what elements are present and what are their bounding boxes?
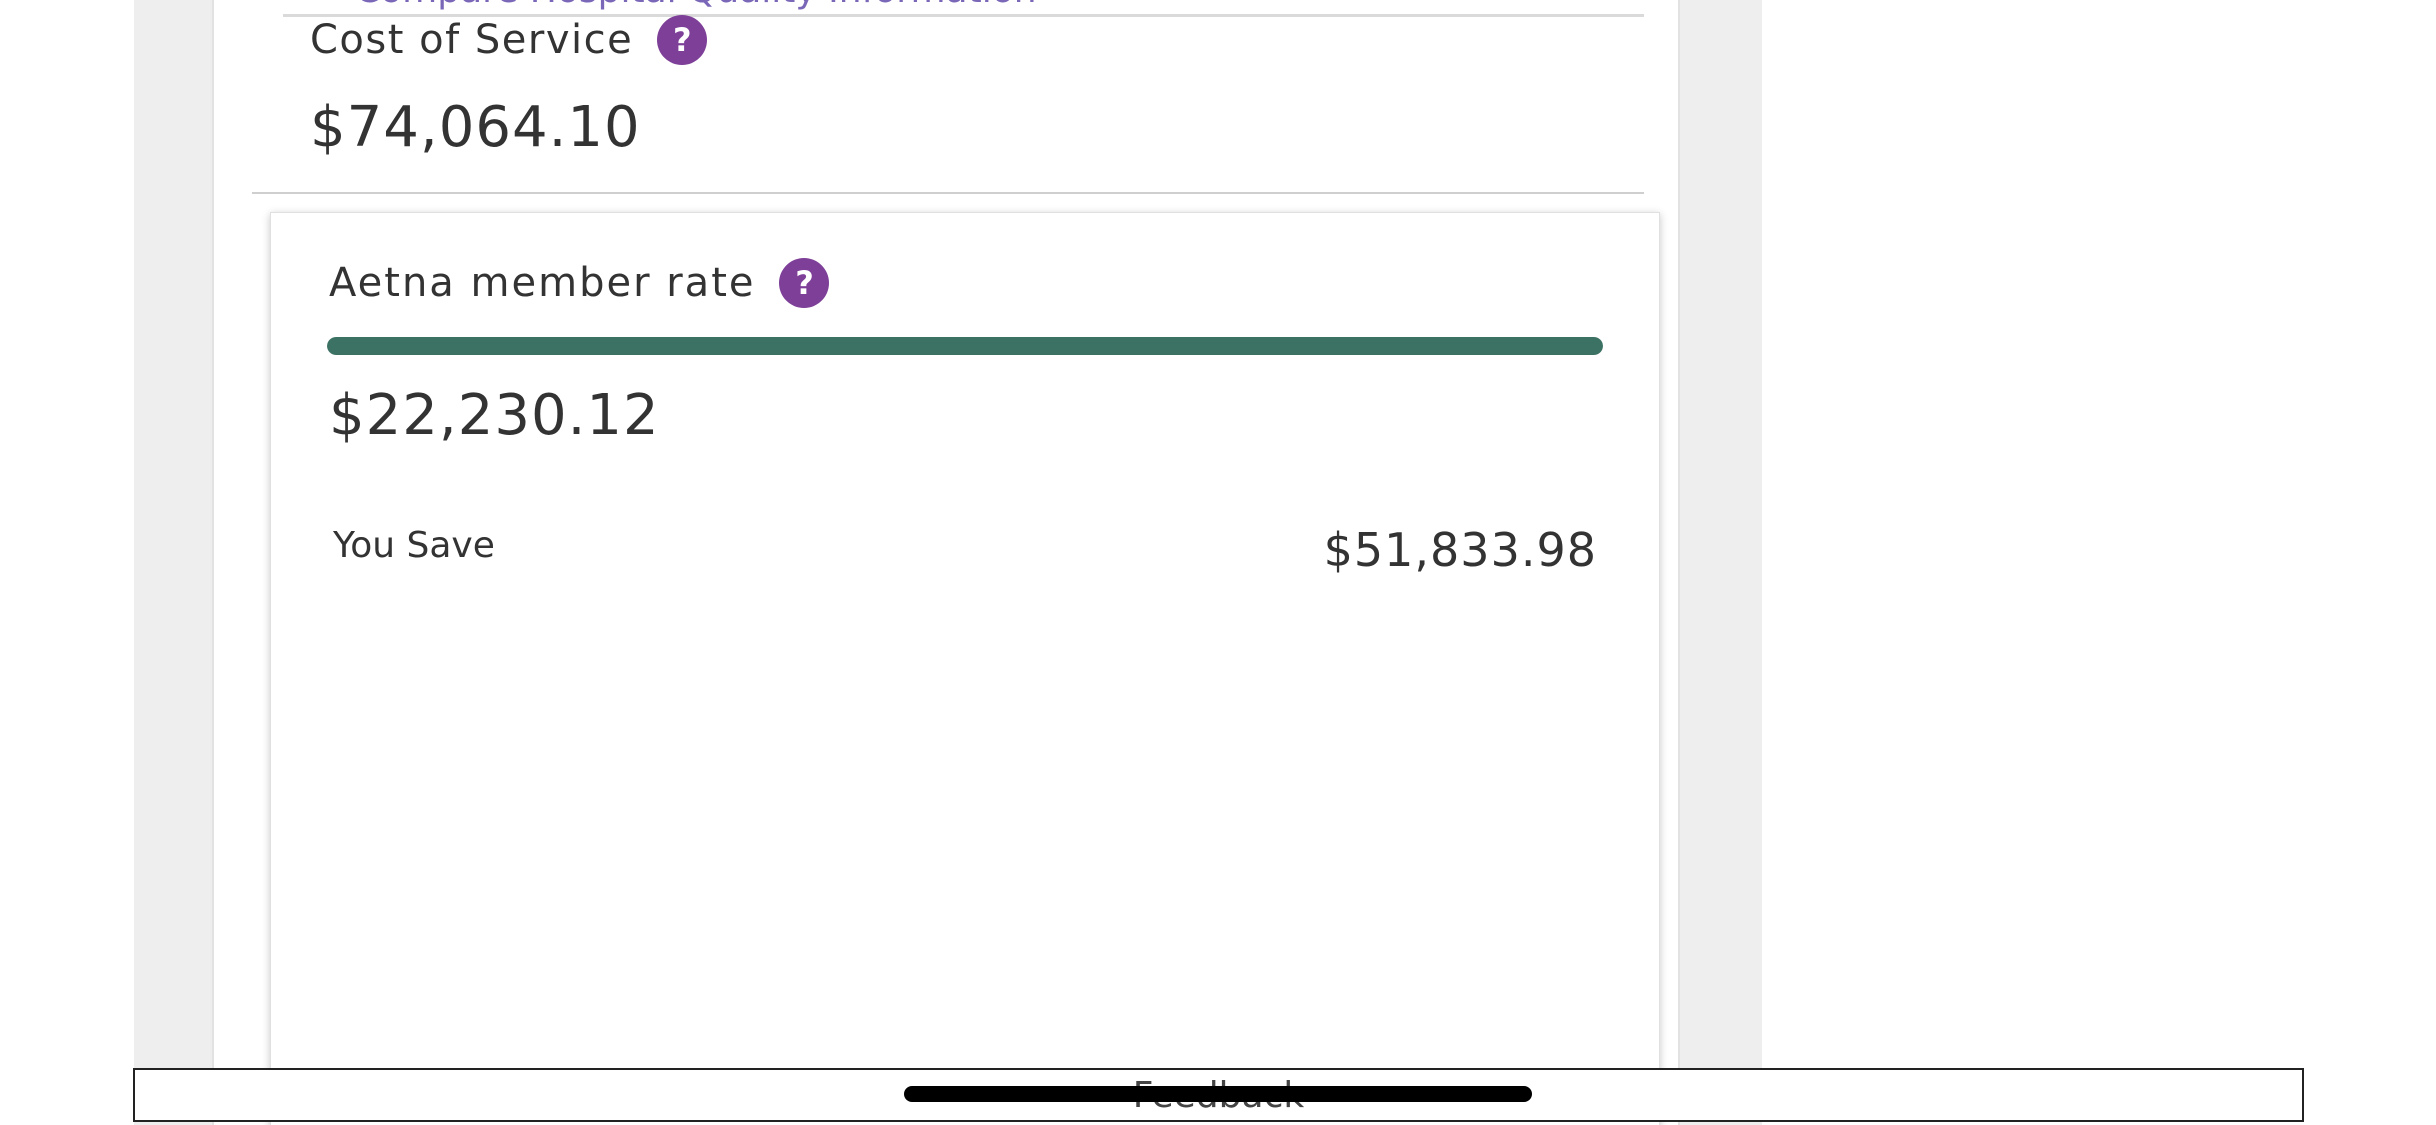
screen: Compare Hospital Quality Information Cos… xyxy=(0,0,2436,1125)
cost-help-icon[interactable]: ? xyxy=(657,15,708,65)
cost-of-service-header: Cost of Service ? xyxy=(310,10,708,70)
member-rate-value: $22,230.12 xyxy=(329,383,660,448)
member-rate-help-icon[interactable]: ? xyxy=(779,258,830,308)
member-rate-card: Aetna member rate ? $22,230.12 You Save … xyxy=(270,212,1660,1125)
member-rate-progress-fill xyxy=(327,337,1603,355)
section-divider xyxy=(252,192,1644,194)
member-rate-header: Aetna member rate ? xyxy=(329,253,830,313)
you-save-value: $51,833.98 xyxy=(1323,523,1597,577)
cost-of-service-value: $74,064.10 xyxy=(310,95,641,160)
cost-of-service-title: Cost of Service xyxy=(310,17,634,63)
home-indicator[interactable] xyxy=(904,1086,1532,1102)
you-save-label: You Save xyxy=(333,525,495,566)
member-rate-title: Aetna member rate xyxy=(329,260,756,306)
member-rate-progress-bar xyxy=(327,337,1603,355)
